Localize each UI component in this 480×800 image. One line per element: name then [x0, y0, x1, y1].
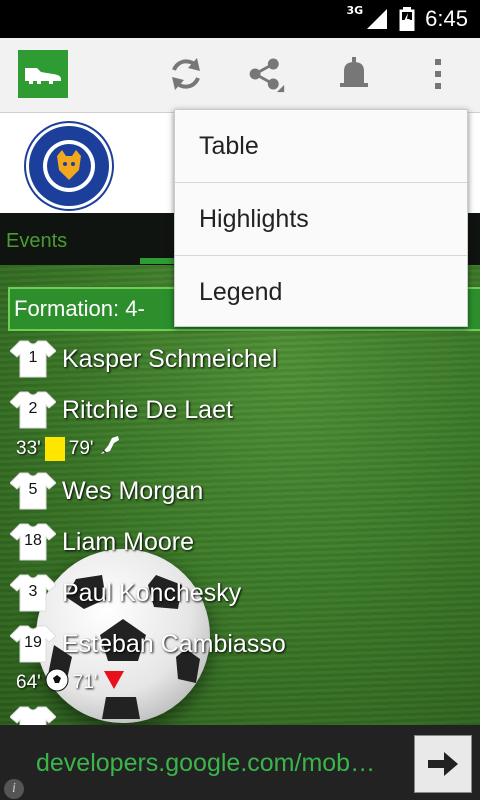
player-row[interactable]: 1 Kasper Schmeichel — [10, 339, 277, 379]
player-events: 33' 79' — [16, 435, 122, 463]
battery-icon — [399, 7, 415, 32]
football-boot-icon[interactable] — [18, 50, 68, 98]
player-number: 19 — [24, 634, 42, 651]
player-row[interactable]: 3 Paul Konchesky — [10, 573, 241, 613]
signal-icon — [365, 7, 389, 31]
overflow-menu-icon[interactable] — [418, 54, 458, 94]
overflow-menu: Table Highlights Legend — [174, 109, 468, 327]
player-number: 2 — [28, 400, 38, 417]
player-row[interactable] — [10, 705, 56, 725]
player-number: 3 — [28, 583, 38, 600]
player-number: 18 — [24, 532, 42, 549]
menu-item-legend[interactable]: Legend — [175, 256, 467, 328]
shirt-icon: 2 — [10, 390, 56, 430]
home-team-crest[interactable] — [26, 123, 112, 209]
sub-minute: 79' — [68, 438, 94, 459]
ad-banner[interactable]: developers.google.com/mob… i — [0, 725, 480, 800]
shirt-icon: 19 — [10, 624, 56, 664]
action-bar — [0, 38, 480, 113]
player-row[interactable]: 5 Wes Morgan — [10, 471, 203, 511]
info-icon[interactable]: i — [4, 779, 24, 799]
goal-minute: 64' — [16, 672, 41, 693]
tab-events[interactable]: Events — [6, 213, 67, 265]
status-bar: 3G 6:45 — [0, 0, 480, 38]
lineup-panel: Formation: 4- 1 Kasper Schmeichel 2 Ritc… — [0, 265, 480, 725]
card-minute: 33' — [16, 438, 41, 459]
red-arrow-icon — [102, 668, 126, 698]
player-row[interactable]: 18 Liam Moore — [10, 522, 194, 562]
substitution-boot-icon — [98, 434, 122, 464]
network-type: 3G — [346, 3, 364, 17]
bell-icon[interactable] — [334, 54, 374, 94]
shirt-icon: 5 — [10, 471, 56, 511]
player-name: Ritchie De Laet — [62, 395, 233, 424]
refresh-icon[interactable] — [166, 54, 206, 94]
menu-item-highlights[interactable]: Highlights — [175, 183, 467, 256]
shirt-icon: 3 — [10, 573, 56, 613]
player-name: Liam Moore — [62, 527, 194, 556]
player-name: Esteban Cambiasso — [62, 629, 286, 658]
player-number: 5 — [28, 481, 38, 498]
shirt-icon: 18 — [10, 522, 56, 562]
yellow-card-icon — [44, 437, 65, 461]
player-name: Paul Konchesky — [62, 578, 242, 607]
player-row[interactable]: 19 Esteban Cambiasso — [10, 624, 286, 664]
menu-item-table[interactable]: Table — [175, 110, 467, 183]
player-name: Kasper Schmeichel — [62, 344, 278, 373]
sub-minute: 71' — [72, 672, 98, 693]
shirt-icon: 1 — [10, 339, 56, 379]
arrow-right-icon[interactable] — [414, 735, 472, 793]
ball-icon — [45, 668, 69, 698]
shirt-icon — [10, 705, 56, 725]
clock: 6:45 — [425, 6, 468, 31]
player-events: 64' 71' — [16, 668, 126, 698]
player-row[interactable]: 2 Ritchie De Laet — [10, 390, 233, 430]
player-number: 1 — [28, 349, 38, 366]
share-icon[interactable] — [246, 54, 286, 94]
player-name: Wes Morgan — [62, 476, 204, 505]
ad-url[interactable]: developers.google.com/mob… — [36, 749, 406, 778]
